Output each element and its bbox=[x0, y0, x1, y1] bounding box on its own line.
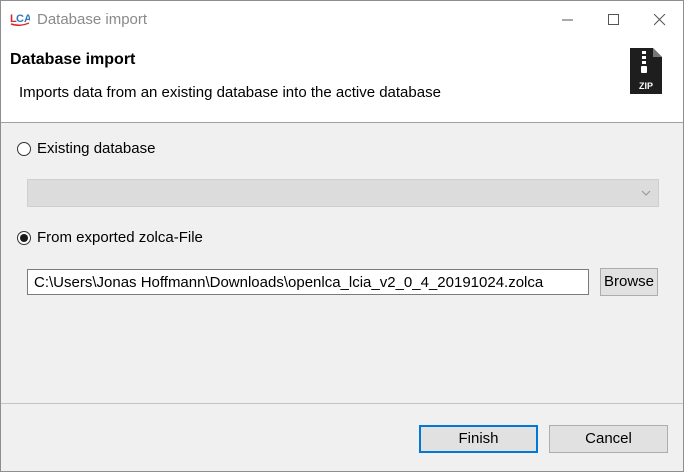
maximize-button[interactable] bbox=[591, 1, 637, 39]
cancel-button[interactable]: Cancel bbox=[549, 425, 668, 453]
zolca-file-label: From exported zolca-File bbox=[37, 229, 203, 246]
zip-file-icon: ZIP bbox=[630, 48, 662, 94]
window-title: Database import bbox=[37, 11, 148, 28]
file-path-input[interactable] bbox=[27, 269, 589, 295]
existing-database-label: Existing database bbox=[37, 140, 156, 157]
title-bar: L CA Database import bbox=[1, 1, 683, 39]
zolca-file-radio[interactable] bbox=[17, 230, 31, 245]
browse-button[interactable]: Browse bbox=[600, 268, 658, 296]
existing-database-option[interactable]: Existing database bbox=[17, 140, 155, 157]
footer-divider bbox=[1, 403, 683, 404]
existing-database-select bbox=[27, 179, 659, 207]
chevron-down-icon bbox=[641, 190, 651, 196]
zolca-file-option[interactable]: From exported zolca-File bbox=[17, 229, 203, 246]
openlca-app-icon: L CA bbox=[10, 13, 30, 26]
existing-database-radio[interactable] bbox=[17, 141, 31, 156]
close-icon bbox=[654, 14, 666, 26]
page-description: Imports data from an existing database i… bbox=[19, 84, 441, 101]
minimize-button[interactable] bbox=[545, 1, 591, 39]
maximize-icon bbox=[608, 14, 619, 25]
wizard-header: Database import Imports data from an exi… bbox=[1, 39, 683, 123]
minimize-icon bbox=[562, 19, 573, 21]
page-title: Database import bbox=[10, 51, 136, 68]
finish-button[interactable]: Finish bbox=[419, 425, 538, 453]
close-button[interactable] bbox=[637, 1, 683, 39]
zip-icon-label: ZIP bbox=[639, 81, 653, 91]
database-import-dialog: L CA Database import Database import Imp… bbox=[0, 0, 684, 472]
